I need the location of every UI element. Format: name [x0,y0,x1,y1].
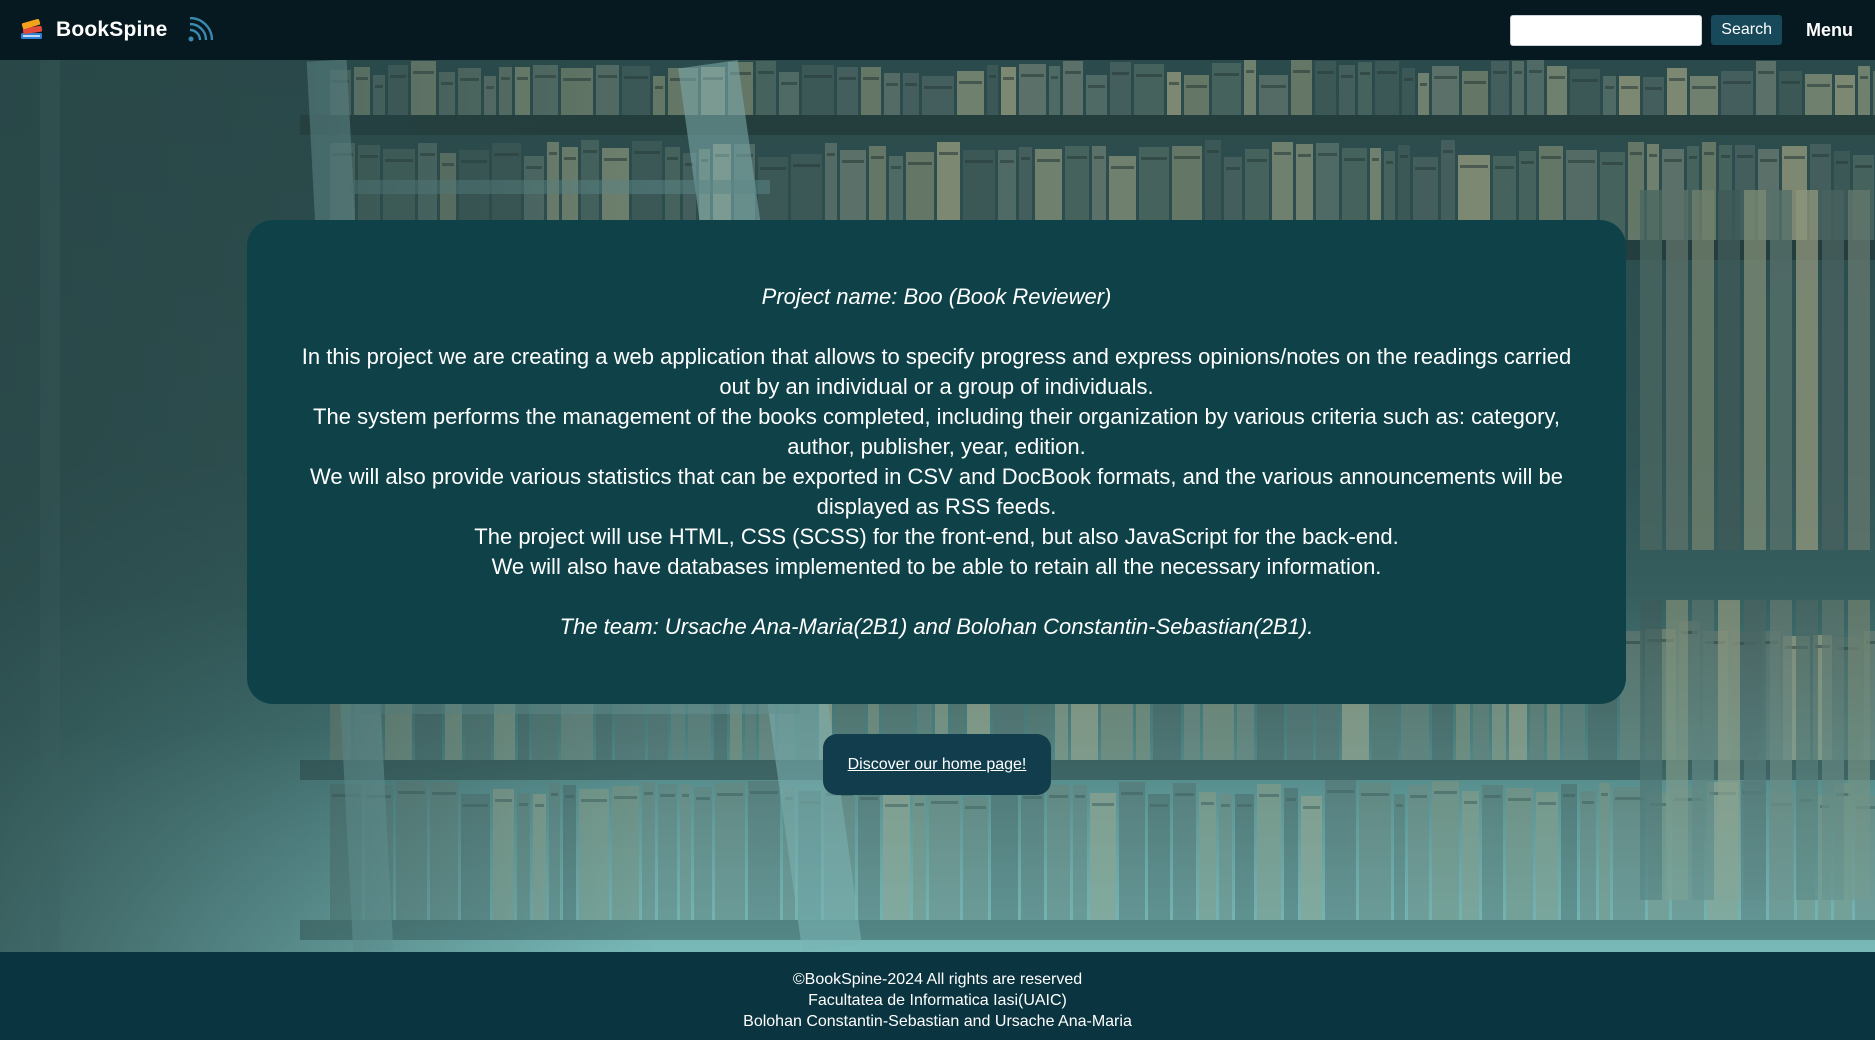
footer-copyright: ©BookSpine-2024 All rights are reserved [792,971,1083,988]
top-navigation-bar: BookSpine Search Menu [0,0,1875,60]
books-stack-icon [21,18,43,39]
header-actions: Search Menu [1510,14,1857,46]
team-credits: The team: Ursache Ana-Maria(2B1) and Bol… [559,614,1314,639]
menu-button[interactable]: Menu [1806,20,1853,41]
brand-name: BookSpine [56,18,168,41]
footer-authors: Bolohan Constantin-Sebastian and Ursache… [743,1013,1132,1030]
footer: ©BookSpine-2024 All rights are reserved … [0,952,1875,1040]
search-input[interactable] [1510,14,1703,46]
brand[interactable]: BookSpine [18,16,214,44]
project-name: Project name: Boo (Book Reviewer) [761,284,1112,309]
description-line: The project will use HTML, CSS (SCSS) fo… [474,524,1399,549]
description-line: The system performs the management of th… [313,404,1560,459]
search-button[interactable]: Search [1711,15,1782,45]
description-line: In this project we are creating a web ap… [301,344,1572,399]
description-line: We will also provide various statistics … [309,464,1563,519]
home-page-link-button[interactable]: Discover our home page! [823,734,1051,795]
footer-faculty: Facultatea de Informatica Iasi(UAIC) [808,992,1067,1009]
description-line: We will also have databases implemented … [491,554,1382,579]
project-description: In this project we are creating a web ap… [297,342,1576,582]
project-info-card: Project name: Boo (Book Reviewer) In thi… [247,220,1626,704]
rss-feed-icon[interactable] [187,17,214,43]
